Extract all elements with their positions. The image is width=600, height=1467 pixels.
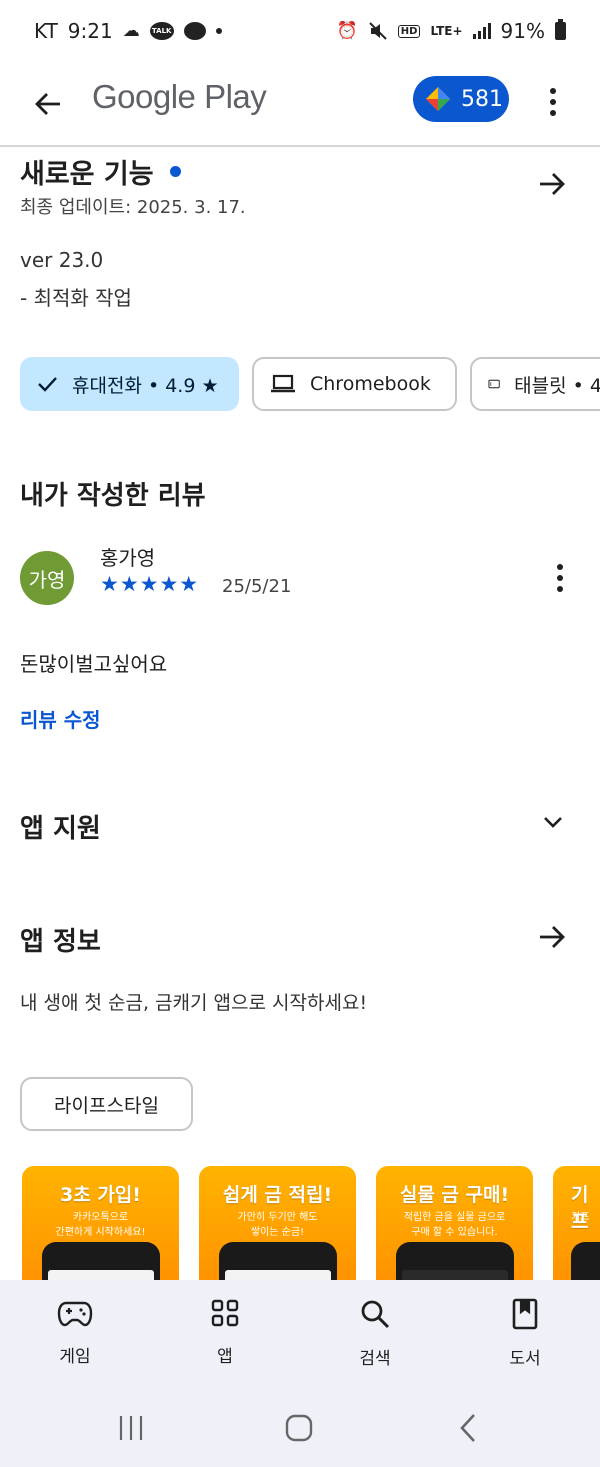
app-support-expand-button[interactable]	[535, 804, 571, 840]
screenshot-subtitle: 적립한 금을 실물 금으로 구매 할 수 있습니다.	[403, 1212, 506, 1238]
new-indicator-dot	[170, 166, 181, 177]
device-chip-label: 태블릿 • 4	[514, 374, 600, 397]
alarm-icon: ⏰	[336, 21, 358, 41]
recent-apps-icon[interactable]	[117, 1414, 145, 1442]
screenshot-2[interactable]: 쉽게 금 적립! 가만히 두기만 해도 쌓이는 순금!	[199, 1166, 356, 1296]
device-chip-label: 휴대전화 • 4.9 ★	[72, 374, 219, 397]
arrow-right-icon	[540, 173, 565, 195]
points-count: 581	[461, 86, 503, 112]
laptop-icon	[271, 374, 295, 393]
play-points-button[interactable]: 581	[413, 76, 509, 122]
review-more-button[interactable]	[548, 560, 572, 596]
play-points-icon	[426, 87, 450, 111]
system-back-icon[interactable]	[456, 1412, 480, 1444]
nav-apps[interactable]: 앱	[175, 1298, 275, 1367]
tablet-icon	[488, 379, 500, 389]
cloud-icon: ☁	[122, 21, 140, 41]
arrow-right-icon	[540, 926, 565, 948]
last-updated: 최종 업데이트: 2025. 3. 17.	[20, 197, 246, 218]
app-bar-divider	[0, 145, 600, 147]
book-icon	[512, 1298, 538, 1330]
status-right: ⏰ HD LTE+ 91%	[337, 19, 566, 43]
review-text: 돈많이벌고싶어요	[20, 652, 168, 676]
screenshot-title: 3초 가입!	[60, 1184, 141, 1206]
about-app-arrow-button[interactable]	[532, 917, 572, 957]
mute-icon	[369, 22, 387, 40]
nav-books[interactable]: 도서	[475, 1298, 575, 1369]
nav-games[interactable]: 게임	[25, 1298, 125, 1367]
battery-percent: 91%	[500, 19, 545, 43]
about-app-title: 앱 정보	[20, 927, 101, 957]
screenshot-1[interactable]: 3초 가입! 카카오톡으로 간편하게 시작하세요!	[22, 1166, 179, 1296]
app-description: 내 생애 첫 순금, 금캐기 앱으로 시작하세요!	[20, 992, 368, 1014]
screenshot-title: 쉽게 금 적립!	[222, 1184, 333, 1206]
screenshot-subtitle: 기프	[571, 1212, 590, 1223]
kakaotalk-icon: TALK	[149, 22, 174, 40]
search-icon	[361, 1300, 390, 1329]
release-notes-text: - 최적화 작업	[20, 286, 132, 310]
nav-search[interactable]: 검색	[325, 1298, 425, 1369]
my-review-title: 내가 작성한 리뷰	[20, 481, 206, 511]
clock: 9:21	[67, 19, 113, 43]
whats-new-title: 새로운 기능	[20, 159, 154, 190]
nav-label: 검색	[359, 1349, 391, 1369]
signal-icon	[472, 23, 491, 39]
check-icon	[38, 377, 57, 392]
screenshot-title: 실물 금 구매!	[399, 1184, 510, 1206]
status-bar: KT 9:21 ☁ TALK ⏰ HD LTE+ 91%	[0, 0, 600, 62]
screenshot-title: 기프	[571, 1184, 589, 1233]
nav-label: 도서	[509, 1349, 541, 1369]
review-date: 25/5/21	[222, 576, 292, 597]
reviewer-name: 홍가영	[100, 546, 156, 570]
network-type: LTE+	[430, 24, 463, 38]
device-chip-phone[interactable]: 휴대전화 • 4.9 ★	[20, 357, 239, 411]
status-left: KT 9:21 ☁ TALK	[34, 19, 222, 43]
version-text: ver 23.0	[20, 248, 104, 272]
apps-grid-icon	[211, 1299, 239, 1327]
avatar: 가영	[20, 551, 74, 605]
carrier: KT	[34, 19, 58, 43]
screenshot-subtitle: 가만히 두기만 해도 쌓이는 순금!	[237, 1212, 318, 1238]
whats-new-arrow-button[interactable]	[532, 164, 572, 204]
more-notifications-icon	[215, 28, 222, 34]
device-chip-label: Chromebook	[310, 373, 431, 395]
chevron-down-icon	[544, 817, 562, 828]
battery-icon	[555, 19, 566, 40]
bottom-navigation: 게임 앱 검색 도서	[0, 1280, 600, 1467]
back-button[interactable]	[26, 82, 70, 126]
more-options-button[interactable]	[540, 80, 566, 124]
edit-review-link[interactable]: 리뷰 수정	[20, 704, 101, 733]
home-icon[interactable]	[284, 1413, 314, 1443]
app-support-title: 앱 지원	[20, 814, 101, 844]
star-rating: ★★★★★	[100, 572, 200, 596]
app-bar: Google Play 581	[0, 62, 600, 146]
nav-label: 앱	[217, 1347, 233, 1367]
system-navigation-bar	[0, 1400, 600, 1460]
arrow-left-icon	[35, 93, 60, 115]
page-title: Google Play	[92, 78, 267, 115]
device-chip-tablet[interactable]: 태블릿 • 4	[470, 357, 600, 411]
screenshot-4[interactable]: 기프 기프	[553, 1166, 600, 1296]
hd-voice-icon: HD	[397, 24, 421, 38]
chat-icon	[183, 22, 206, 40]
screenshot-3[interactable]: 실물 금 구매! 적립한 금을 실물 금으로 구매 할 수 있습니다.	[376, 1166, 533, 1296]
nav-label: 게임	[59, 1347, 91, 1367]
gamepad-icon	[57, 1301, 93, 1327]
category-chip[interactable]: 라이프스타일	[20, 1077, 193, 1131]
screenshot-subtitle: 카카오톡으로 간편하게 시작하세요!	[55, 1212, 146, 1238]
device-chip-chromebook[interactable]: Chromebook	[252, 357, 457, 411]
